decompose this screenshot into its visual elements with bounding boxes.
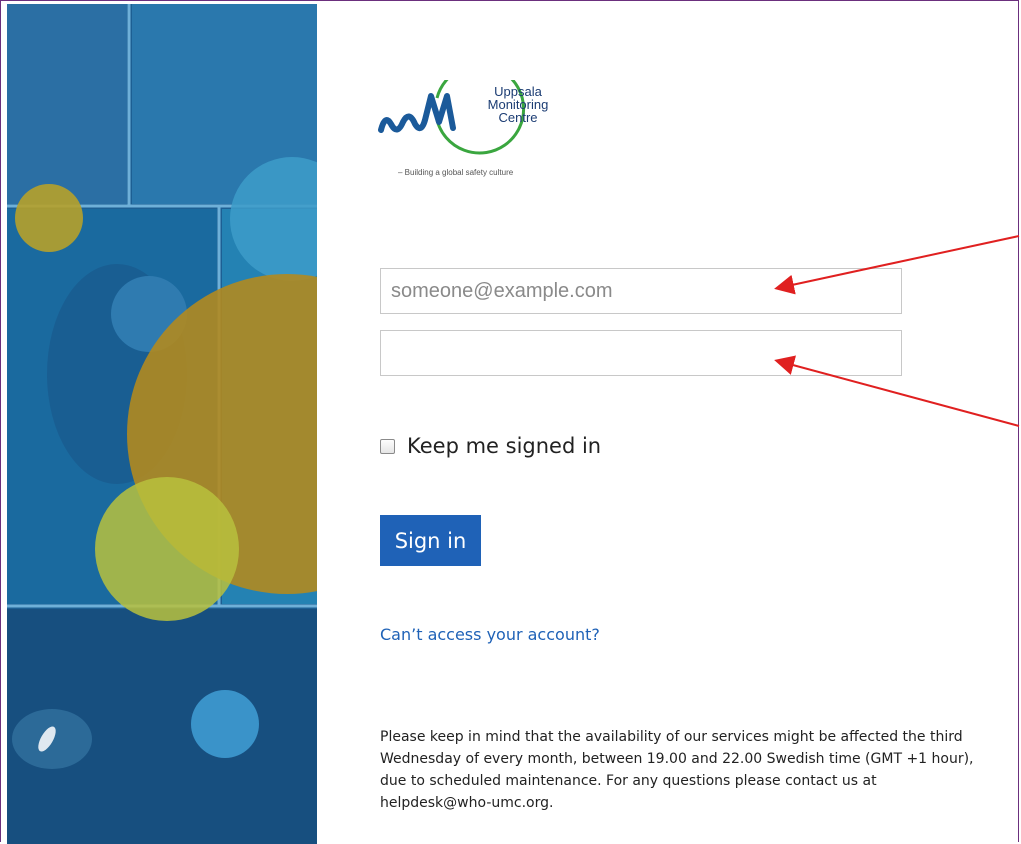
side-illustration-panel (7, 4, 317, 844)
keep-signed-in-option[interactable]: Keep me signed in (380, 430, 601, 462)
sign-in-button[interactable]: Sign in (380, 515, 481, 566)
brand-tagline: – Building a global safety culture (398, 168, 514, 177)
cant-access-account-link[interactable]: Can’t access your account? (380, 625, 600, 644)
keep-signed-in-label: Keep me signed in (407, 434, 602, 458)
brand-name: Uppsala Monitoring Centre (468, 85, 568, 124)
email-field[interactable] (380, 268, 902, 314)
maintenance-notice: Please keep in mind that the availabilit… (380, 729, 974, 811)
collage-image (7, 4, 317, 844)
brand-name-line3: Centre (498, 110, 538, 125)
keep-signed-in-checkbox[interactable] (380, 438, 395, 454)
password-field[interactable] (380, 330, 902, 376)
